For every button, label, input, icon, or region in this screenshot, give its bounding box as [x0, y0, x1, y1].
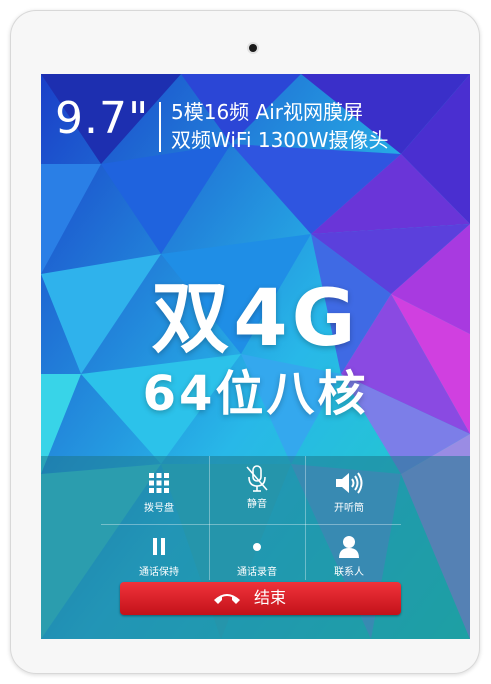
spec-line-network-display: 5模16频 Air视网膜屏: [171, 100, 363, 124]
spec-line-wifi-camera: 双频WiFi 1300W摄像头: [171, 128, 389, 152]
end-call-label: 结束: [254, 588, 287, 607]
tablet-frame: 9.7" 5模16频 Air视网膜屏 双频WiFi 1300W摄像头 双4G 6…: [10, 10, 480, 674]
record-label: 通话录音: [237, 567, 277, 578]
contacts-label: 联系人: [334, 567, 364, 578]
pause-icon: [153, 538, 165, 555]
speaker-icon: [336, 472, 363, 494]
tablet-screen: 9.7" 5模16频 Air视网膜屏 双频WiFi 1300W摄像头 双4G 6…: [41, 74, 470, 639]
screen-size-spec: 9.7": [55, 93, 150, 144]
mute-button[interactable]: 静音: [207, 464, 307, 520]
hold-label: 通话保持: [139, 567, 179, 578]
dialpad-label: 拨号盘: [144, 503, 174, 514]
dialpad-button[interactable]: 拨号盘: [109, 468, 209, 524]
headline-dual-4g: 双4G: [151, 274, 360, 364]
spec-divider: [159, 102, 161, 152]
record-button[interactable]: 通话录音: [207, 532, 307, 588]
record-dot-icon: [253, 543, 261, 551]
dialpad-icon: [149, 473, 169, 493]
panel-divider-horizontal: [101, 524, 401, 525]
end-call-button[interactable]: 结束: [120, 582, 401, 615]
headline-64bit-octacore: 64位八核: [142, 366, 369, 422]
front-camera: [249, 44, 257, 52]
hold-button[interactable]: 通话保持: [109, 532, 209, 588]
speaker-label: 开听筒: [334, 503, 364, 514]
mute-label: 静音: [247, 499, 267, 510]
mute-mic-icon: [246, 465, 268, 492]
hang-up-phone-icon: [214, 594, 240, 604]
speaker-button[interactable]: 开听筒: [299, 468, 399, 524]
contact-person-icon: [339, 536, 359, 558]
contacts-button[interactable]: 联系人: [299, 532, 399, 588]
